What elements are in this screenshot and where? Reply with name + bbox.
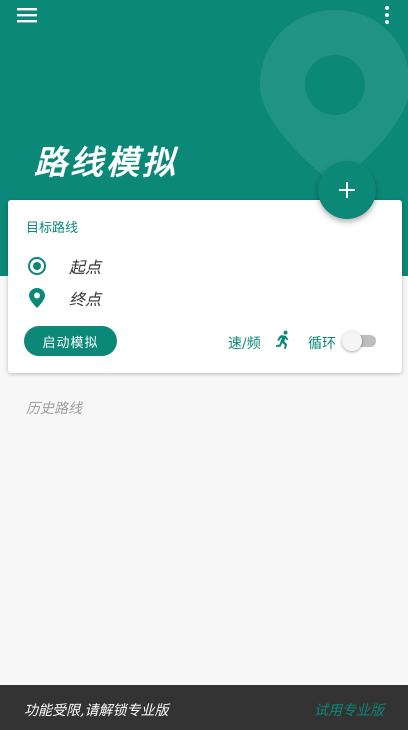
start-point-row[interactable]: 起点 xyxy=(26,254,101,278)
route-card: 目标路线 起点 终点 启动模拟 速/频 循环 xyxy=(8,200,402,373)
toggle-thumb xyxy=(342,331,362,351)
target-route-label: 目标路线 xyxy=(26,221,79,236)
map-pin-watermark-icon xyxy=(260,10,408,185)
loop-label: 循环 xyxy=(308,336,336,352)
more-options-button[interactable] xyxy=(376,4,398,26)
page-title: 路线模拟 xyxy=(34,143,178,182)
trial-pro-link[interactable]: 试用专业版 xyxy=(314,700,384,720)
add-route-button[interactable] xyxy=(318,161,376,219)
more-vert-icon xyxy=(385,6,389,24)
plus-icon xyxy=(339,182,355,198)
running-man-icon[interactable] xyxy=(273,330,293,350)
loop-toggle[interactable] xyxy=(342,331,376,351)
history-routes-label: 历史路线 xyxy=(26,401,82,417)
restriction-message: 功能受限,请解锁专业版 xyxy=(24,703,169,719)
start-point-label: 起点 xyxy=(69,258,102,277)
menu-button[interactable] xyxy=(14,4,42,26)
start-simulation-button[interactable]: 启动模拟 xyxy=(24,326,117,356)
map-pin-icon xyxy=(26,287,48,309)
end-point-label: 终点 xyxy=(69,290,102,309)
bottom-banner: 功能受限,请解锁专业版 试用专业版 xyxy=(0,685,408,730)
speed-frequency-label[interactable]: 速/频 xyxy=(228,333,261,353)
hamburger-menu-icon xyxy=(17,8,37,23)
radio-target-icon xyxy=(26,255,48,277)
end-point-row[interactable]: 终点 xyxy=(26,286,101,310)
